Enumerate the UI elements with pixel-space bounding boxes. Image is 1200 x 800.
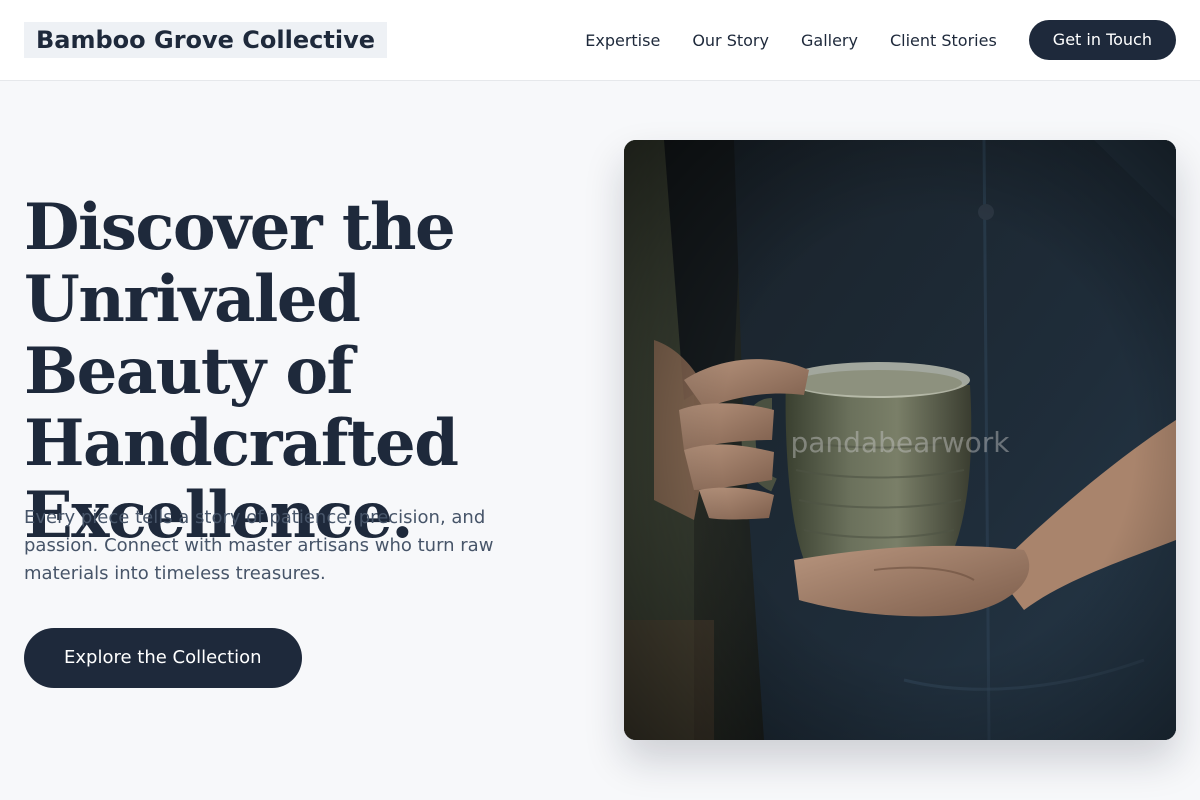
get-in-touch-button[interactable]: Get in Touch: [1028, 20, 1176, 60]
main-nav: Expertise Our Story Gallery Client Stori…: [585, 20, 1176, 60]
hero-image: pandabearwork: [624, 140, 1176, 740]
nav-link-client-stories[interactable]: Client Stories: [890, 31, 997, 50]
hero-description: Every piece tells a story of patience, p…: [24, 507, 494, 584]
explore-collection-button[interactable]: Explore the Collection: [24, 628, 302, 688]
site-header: Bamboo Grove Collective Expertise Our St…: [0, 0, 1200, 81]
image-watermark: pandabearwork: [790, 426, 1010, 459]
nav-link-our-story[interactable]: Our Story: [692, 31, 769, 50]
nav-link-expertise[interactable]: Expertise: [585, 31, 660, 50]
site-logo[interactable]: Bamboo Grove Collective: [24, 22, 387, 58]
nav-link-gallery[interactable]: Gallery: [801, 31, 858, 50]
hero-title: Discover the Unrivaled Beauty of Handcra…: [24, 190, 459, 553]
